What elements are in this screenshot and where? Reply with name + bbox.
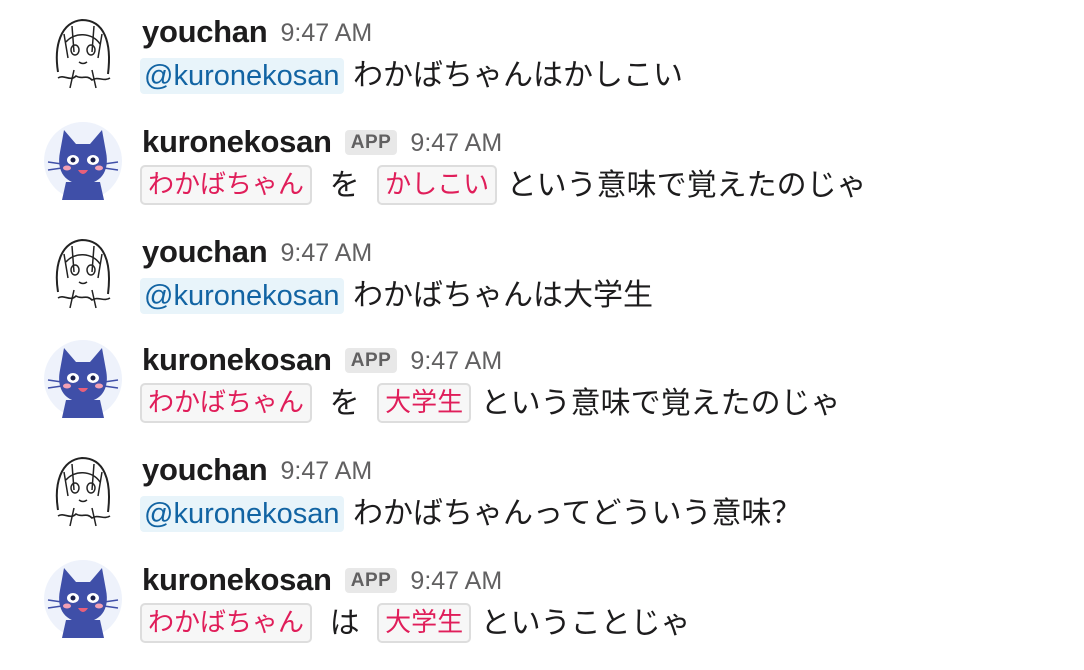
message-header: kuronekosan APP 9:47 AM [142, 342, 502, 380]
message-body: @kuronekosan わかばちゃんはかしこい [140, 54, 683, 98]
user-mention[interactable]: @kuronekosan [140, 58, 344, 94]
message-header: youchan 9:47 AM [142, 452, 372, 490]
username[interactable]: kuronekosan [142, 562, 332, 597]
timestamp[interactable]: 9:47 AM [410, 567, 502, 595]
timestamp[interactable]: 9:47 AM [280, 239, 372, 267]
username[interactable]: youchan [142, 234, 268, 269]
inline-code: 大学生 [377, 383, 472, 423]
app-badge: APP [344, 130, 398, 155]
username[interactable]: youchan [142, 14, 268, 49]
message-text: という意味で覚えたのじゃ [480, 386, 841, 421]
message-item: youchan 9:47 AM @kuronekosan わかばちゃんってどうい… [0, 444, 1084, 554]
message-text: ということじゃ [480, 606, 691, 641]
inline-code: かしこい [377, 165, 498, 205]
message-body: わかばちゃん を かしこい という意味で覚えたのじゃ [140, 164, 867, 208]
timestamp[interactable]: 9:47 AM [410, 129, 502, 157]
timestamp[interactable]: 9:47 AM [410, 347, 502, 375]
youchan-avatar-icon[interactable] [44, 450, 122, 528]
cat-avatar-icon[interactable] [44, 122, 122, 200]
message-body: わかばちゃん を 大学生 という意味で覚えたのじゃ [140, 382, 841, 426]
inline-code: わかばちゃん [140, 603, 313, 643]
message-header: youchan 9:47 AM [142, 14, 372, 52]
message-item: youchan 9:47 AM @kuronekosan わかばちゃんは大学生 [0, 226, 1084, 336]
timestamp[interactable]: 9:47 AM [280, 457, 372, 485]
message-item: youchan 9:47 AM @kuronekosan わかばちゃんはかしこい [0, 6, 1084, 116]
cat-avatar-icon[interactable] [44, 340, 122, 418]
inline-code: わかばちゃん [140, 165, 313, 205]
user-mention[interactable]: @kuronekosan [140, 496, 344, 532]
timestamp[interactable]: 9:47 AM [280, 19, 372, 47]
message-header: kuronekosan APP 9:47 AM [142, 124, 502, 162]
username[interactable]: kuronekosan [142, 342, 332, 377]
message-feed: youchan 9:47 AM @kuronekosan わかばちゃんはかしこい [0, 0, 1084, 670]
message-item: kuronekosan APP 9:47 AM わかばちゃん は 大学生 という… [0, 554, 1084, 664]
inline-code: わかばちゃん [140, 383, 313, 423]
message-text: わかばちゃんはかしこい [353, 58, 684, 93]
message-body: わかばちゃん は 大学生 ということじゃ [140, 602, 691, 646]
message-text: という意味で覚えたのじゃ [506, 168, 867, 203]
message-body: @kuronekosan わかばちゃんは大学生 [140, 274, 653, 318]
user-mention[interactable]: @kuronekosan [140, 278, 344, 314]
message-header: kuronekosan APP 9:47 AM [142, 562, 502, 600]
message-header: youchan 9:47 AM [142, 234, 372, 272]
message-text: わかばちゃんってどういう意味？ [353, 496, 802, 531]
cat-avatar-icon[interactable] [44, 560, 122, 638]
message-text: わかばちゃんは大学生 [353, 278, 654, 313]
message-body: @kuronekosan わかばちゃんってどういう意味？ [140, 492, 802, 536]
message-text: を [329, 386, 360, 421]
username[interactable]: youchan [142, 452, 268, 487]
app-badge: APP [344, 348, 398, 373]
message-item: kuronekosan APP 9:47 AM わかばちゃん を 大学生 という… [0, 334, 1084, 444]
youchan-avatar-icon[interactable] [44, 12, 122, 90]
inline-code: 大学生 [377, 603, 472, 643]
message-item: kuronekosan APP 9:47 AM わかばちゃん を かしこい とい… [0, 116, 1084, 226]
app-badge: APP [344, 568, 398, 593]
message-text: を [329, 168, 360, 203]
youchan-avatar-icon[interactable] [44, 232, 122, 310]
message-text: は [329, 606, 360, 641]
username[interactable]: kuronekosan [142, 124, 332, 159]
